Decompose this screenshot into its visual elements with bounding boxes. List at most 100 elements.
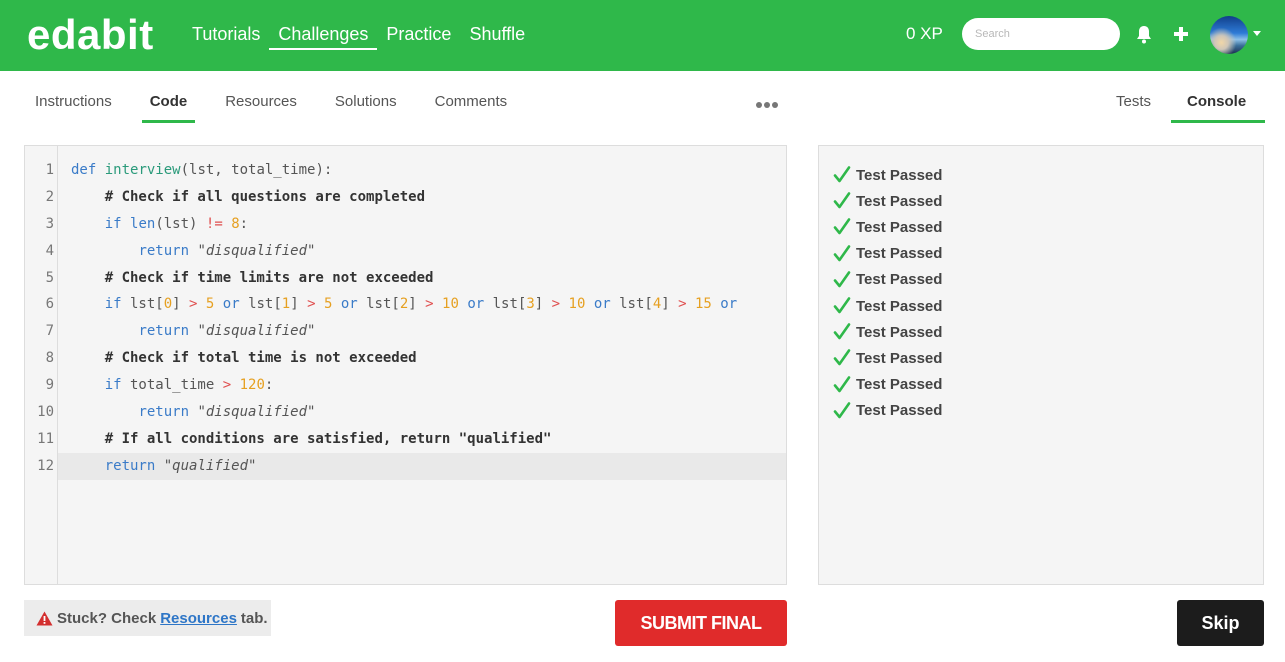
code-line[interactable]: 4 return "disqualified" (25, 238, 786, 265)
test-result-item: Test Passed (833, 398, 942, 424)
code-line[interactable]: 6 if lst[0] > 5 or lst[1] > 5 or lst[2] … (25, 291, 786, 318)
test-result-text: Test Passed (856, 323, 943, 341)
tab-instructions[interactable]: Instructions (20, 82, 131, 123)
resources-link[interactable]: Resources (160, 610, 237, 627)
test-result-item: Test Passed (833, 241, 942, 267)
code-text[interactable]: if total_time > 120: (71, 372, 274, 399)
code-text[interactable]: # Check if time limits are not exceeded (71, 265, 434, 292)
code-text[interactable]: return "disqualified" (71, 318, 315, 345)
search-input[interactable] (962, 18, 1120, 50)
plus-icon[interactable] (1173, 26, 1189, 42)
code-line[interactable]: 2 # Check if all questions are completed (25, 184, 786, 211)
checkmark-icon (833, 218, 851, 235)
line-number: 10 (37, 404, 54, 421)
xp-counter: 0 XP (906, 24, 943, 43)
code-line[interactable]: 5 # Check if time limits are not exceede… (25, 265, 786, 292)
checkmark-icon (833, 271, 851, 288)
test-result-item: Test Passed (833, 162, 942, 188)
line-number: 7 (45, 323, 54, 340)
console-tabs: Tests Console (1098, 82, 1266, 124)
line-number: 4 (45, 242, 54, 259)
code-lines[interactable]: 1 def interview(lst, total_time): 2 # Chec… (25, 157, 786, 480)
code-text[interactable]: if len(lst) != 8: (71, 211, 248, 238)
test-result-text: Test Passed (856, 376, 943, 394)
checkmark-icon (833, 349, 851, 366)
code-text[interactable]: # If all conditions are satisfied, retur… (71, 426, 552, 453)
stuck-text: Stuck? Check (57, 609, 157, 627)
stuck-suffix: tab. (240, 609, 268, 627)
line-number: 3 (45, 215, 54, 232)
top-nav: edabit Tutorials Challenges Practice Shu… (0, 0, 1285, 71)
test-result-item: Test Passed (833, 267, 942, 293)
code-text[interactable]: # Check if total time is not exceeded (71, 345, 417, 372)
test-result-item: Test Passed (833, 188, 942, 214)
code-line[interactable]: 8 # Check if total time is not exceeded (25, 345, 786, 372)
code-line[interactable]: 11 # If all conditions are satisfied, re… (25, 426, 786, 453)
code-text[interactable]: return "qualified" (71, 453, 257, 480)
code-line[interactable]: 10 return "disqualified" (25, 399, 786, 426)
test-result-text: Test Passed (856, 297, 943, 315)
test-result-text: Test Passed (856, 271, 943, 289)
line-number: 2 (45, 188, 54, 205)
line-number: 6 (45, 296, 54, 313)
test-result-text: Test Passed (856, 402, 943, 420)
line-number: 11 (37, 430, 54, 447)
checkmark-icon (833, 401, 851, 419)
code-text[interactable]: return "disqualified" (71, 238, 315, 265)
checkmark-icon (833, 192, 851, 209)
tab-resources[interactable]: Resources (206, 82, 316, 123)
tab-code[interactable]: Code (131, 82, 207, 123)
code-line[interactable]: 12 return "qualified" (37, 452, 786, 480)
code-line[interactable]: 1 def interview(lst, total_time): (25, 157, 786, 184)
checkmark-icon (833, 297, 851, 314)
more-options-icon[interactable] (756, 102, 778, 108)
code-line[interactable]: 7 return "disqualified" (25, 318, 786, 345)
code-editor[interactable]: 1 def interview(lst, total_time): 2 # Chec… (24, 145, 787, 585)
submit-final-button[interactable]: SUBMIT FINAL (615, 600, 787, 646)
editor-tabs: Instructions Code Resources Solutions Co… (20, 82, 526, 124)
test-result-text: Test Passed (856, 349, 943, 367)
line-number: 12 (37, 457, 54, 474)
nav-practice[interactable]: Practice (377, 0, 460, 71)
checkmark-icon (833, 323, 851, 340)
checkmark-icon (833, 244, 851, 261)
tab-tests[interactable]: Tests (1098, 82, 1169, 123)
code-line[interactable]: 9 if total_time > 120: (25, 372, 786, 399)
checkmark-icon (833, 166, 851, 183)
line-number: 1 (45, 162, 54, 178)
stuck-hint: Stuck? Check Resources tab. (24, 600, 271, 636)
nav-shuffle[interactable]: Shuffle (460, 0, 534, 71)
code-line[interactable]: 3 if len(lst) != 8: (25, 211, 786, 238)
test-result-item: Test Passed (833, 372, 942, 398)
skip-button[interactable]: Skip (1177, 600, 1264, 646)
code-text[interactable]: # Check if all questions are completed (71, 184, 425, 211)
test-result-item: Test Passed (833, 214, 942, 240)
chevron-down-icon[interactable] (1253, 31, 1261, 36)
tab-comments[interactable]: Comments (416, 82, 527, 123)
test-result-text: Test Passed (856, 218, 943, 236)
code-text[interactable]: if lst[0] > 5 or lst[1] > 5 or lst[2] > … (71, 291, 737, 318)
code-text[interactable]: return "disqualified" (71, 399, 315, 426)
main-nav: Tutorials Challenges Practice Shuffle (183, 0, 534, 71)
tab-console[interactable]: Console (1169, 82, 1266, 123)
logo[interactable]: edabit (27, 11, 154, 59)
console-panel: Test Passed Test Passed Test Passed Test Pa… (818, 145, 1264, 585)
bell-icon[interactable] (1135, 25, 1153, 45)
line-number: 8 (45, 350, 54, 367)
nav-challenges[interactable]: Challenges (269, 0, 378, 71)
nav-tutorials[interactable]: Tutorials (183, 0, 269, 71)
tab-solutions[interactable]: Solutions (316, 82, 416, 123)
test-result-item: Test Passed (833, 293, 942, 319)
line-number: 5 (45, 269, 54, 286)
avatar[interactable] (1210, 16, 1248, 54)
test-result-item: Test Passed (833, 319, 942, 345)
test-result-text: Test Passed (856, 192, 943, 210)
code-text[interactable]: def interview(lst, total_time): (71, 157, 332, 184)
checkmark-icon (833, 375, 851, 392)
test-result-text: Test Passed (856, 245, 943, 263)
test-result-item: Test Passed (833, 345, 942, 371)
line-number: 9 (45, 377, 54, 394)
test-result-text: Test Passed (856, 166, 943, 184)
test-results: Test Passed Test Passed Test Passed Test Pa… (833, 162, 942, 424)
warning-icon (36, 611, 53, 625)
